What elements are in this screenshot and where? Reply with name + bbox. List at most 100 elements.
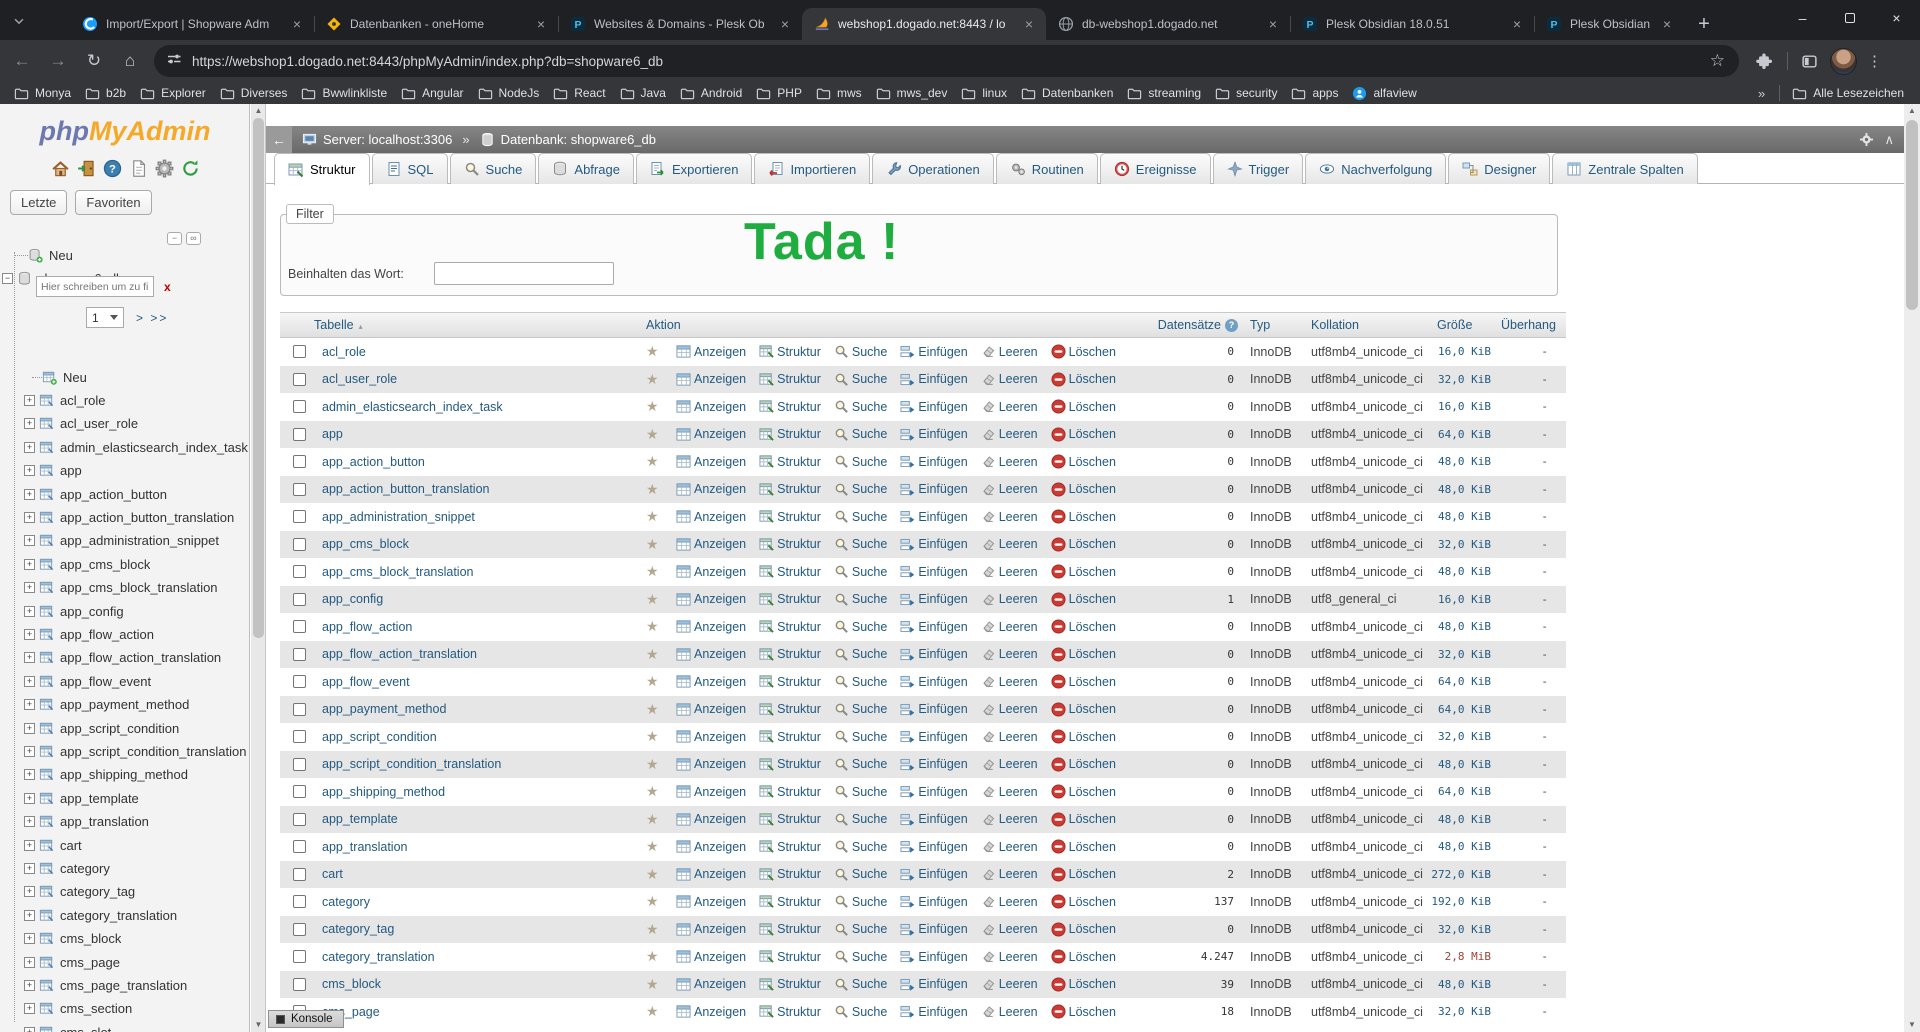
sidebar-table-app_translation[interactable]: +app_translation <box>24 810 250 833</box>
action-loeschen-link[interactable]: Löschen <box>1051 647 1116 662</box>
tab-close-icon[interactable]: × <box>532 15 550 33</box>
bookmark-item[interactable]: linux <box>961 86 1007 101</box>
bookmarks-overflow-icon[interactable]: » <box>1758 86 1765 101</box>
pma-tab-struktur[interactable]: Struktur <box>274 153 370 185</box>
action-leeren-link[interactable]: Leeren <box>981 427 1038 442</box>
action-einfuegen-link[interactable]: Einfügen <box>900 949 967 964</box>
bookmark-item[interactable]: Bwwlinkliste <box>301 86 387 101</box>
action-suche-link[interactable]: Suche <box>834 372 887 387</box>
table-name-link[interactable]: cms_page <box>314 1005 646 1019</box>
sidebar-table-app_administration_snippet[interactable]: +app_administration_snippet <box>24 529 250 552</box>
browser-tab[interactable]: Datenbanken - oneHome× <box>314 8 558 40</box>
favorite-star-icon[interactable]: ★ <box>646 811 670 828</box>
bookmark-item[interactable]: mws_dev <box>876 86 948 101</box>
sidebar-table-admin_elasticsearch_index_task[interactable]: +admin_elasticsearch_index_task <box>24 436 250 459</box>
action-loeschen-link[interactable]: Löschen <box>1051 509 1116 524</box>
table-name-link[interactable]: category_translation <box>314 950 646 964</box>
bookmark-item[interactable]: Explorer <box>140 86 206 101</box>
action-leeren-link[interactable]: Leeren <box>981 344 1038 359</box>
action-anzeigen-link[interactable]: Anzeigen <box>676 564 746 579</box>
row-checkbox[interactable] <box>293 483 306 496</box>
action-struktur-link[interactable]: Struktur <box>759 702 821 717</box>
close-button[interactable]: × <box>1873 0 1920 36</box>
action-leeren-link[interactable]: Leeren <box>981 784 1038 799</box>
action-anzeigen-link[interactable]: Anzeigen <box>676 647 746 662</box>
favorite-star-icon[interactable]: ★ <box>646 343 670 360</box>
expand-plus-icon[interactable]: + <box>24 699 35 710</box>
favorite-star-icon[interactable]: ★ <box>646 426 670 443</box>
action-loeschen-link[interactable]: Löschen <box>1051 592 1116 607</box>
expand-plus-icon[interactable]: + <box>24 863 35 874</box>
action-struktur-link[interactable]: Struktur <box>759 674 821 689</box>
action-suche-link[interactable]: Suche <box>834 757 887 772</box>
action-struktur-link[interactable]: Struktur <box>759 647 821 662</box>
table-name-link[interactable]: acl_role <box>314 345 646 359</box>
action-struktur-link[interactable]: Struktur <box>759 949 821 964</box>
table-name-link[interactable]: app_script_condition <box>314 730 646 744</box>
bookmark-item[interactable]: PHP <box>756 86 802 101</box>
action-einfuegen-link[interactable]: Einfügen <box>900 867 967 882</box>
tab-close-icon[interactable]: × <box>1508 15 1526 33</box>
sidebar-table-app_config[interactable]: +app_config <box>24 600 250 623</box>
bookmark-item[interactable]: Datenbanken <box>1021 86 1113 101</box>
bookmark-item[interactable]: alfaview <box>1352 86 1416 101</box>
browser-tab[interactable]: PPlesk Obsidian 18.0.51× <box>1290 8 1534 40</box>
header-groesse[interactable]: Größe <box>1425 318 1493 332</box>
favorite-star-icon[interactable]: ★ <box>646 536 670 553</box>
action-suche-link[interactable]: Suche <box>834 812 887 827</box>
pma-tab-routinen[interactable]: Routinen <box>996 153 1098 184</box>
favorite-star-icon[interactable]: ★ <box>646 701 670 718</box>
favorite-star-icon[interactable]: ★ <box>646 481 670 498</box>
table-name-link[interactable]: cms_block <box>314 977 646 991</box>
table-name-link[interactable]: app_payment_method <box>314 702 646 716</box>
browser-tab[interactable]: PPlesk Obsidian 18.0.51× <box>1534 8 1684 40</box>
tree-new-table[interactable]: Neu <box>18 366 250 389</box>
menu-kebab-icon[interactable]: ⋮ <box>1867 52 1882 70</box>
action-struktur-link[interactable]: Struktur <box>759 812 821 827</box>
sidebar-table-category_tag[interactable]: +category_tag <box>24 880 250 903</box>
action-suche-link[interactable]: Suche <box>834 674 887 689</box>
help-icon[interactable]: ? <box>103 159 122 178</box>
action-leeren-link[interactable]: Leeren <box>981 757 1038 772</box>
action-anzeigen-link[interactable]: Anzeigen <box>676 839 746 854</box>
action-suche-link[interactable]: Suche <box>834 1004 887 1019</box>
expand-plus-icon[interactable]: + <box>24 652 35 663</box>
bookmark-item[interactable]: React <box>553 86 605 101</box>
action-loeschen-link[interactable]: Löschen <box>1051 894 1116 909</box>
sidebar-table-cart[interactable]: +cart <box>24 834 250 857</box>
action-einfuegen-link[interactable]: Einfügen <box>900 509 967 524</box>
action-suche-link[interactable]: Suche <box>834 977 887 992</box>
breadcrumb-back-icon[interactable]: ← <box>266 126 292 153</box>
action-leeren-link[interactable]: Leeren <box>981 674 1038 689</box>
table-name-link[interactable]: acl_user_role <box>314 372 646 386</box>
recent-button[interactable]: Letzte <box>10 190 67 215</box>
row-checkbox[interactable] <box>293 428 306 441</box>
table-name-link[interactable]: app_cms_block_translation <box>314 565 646 579</box>
forward-icon[interactable]: → <box>44 47 72 75</box>
expand-plus-icon[interactable]: + <box>24 606 35 617</box>
action-loeschen-link[interactable]: Löschen <box>1051 729 1116 744</box>
action-loeschen-link[interactable]: Löschen <box>1051 674 1116 689</box>
action-suche-link[interactable]: Suche <box>834 922 887 937</box>
bookmark-star-icon[interactable]: ☆ <box>1706 51 1729 71</box>
action-leeren-link[interactable]: Leeren <box>981 729 1038 744</box>
action-loeschen-link[interactable]: Löschen <box>1051 427 1116 442</box>
action-loeschen-link[interactable]: Löschen <box>1051 344 1116 359</box>
action-struktur-link[interactable]: Struktur <box>759 592 821 607</box>
bookmark-item[interactable]: b2b <box>85 86 126 101</box>
bookmark-item[interactable]: NodeJs <box>478 86 540 101</box>
table-name-link[interactable]: app_flow_action_translation <box>314 647 646 661</box>
expand-plus-icon[interactable]: + <box>24 886 35 897</box>
side-panel-icon[interactable] <box>1796 48 1822 74</box>
action-loeschen-link[interactable]: Löschen <box>1051 564 1116 579</box>
header-datensaetze[interactable]: Datensätze? <box>1124 318 1238 332</box>
browser-tab[interactable]: Import/Export | Shopware Adm× <box>70 8 314 40</box>
row-checkbox[interactable] <box>293 373 306 386</box>
action-suche-link[interactable]: Suche <box>834 784 887 799</box>
row-checkbox[interactable] <box>293 593 306 606</box>
row-checkbox[interactable] <box>293 538 306 551</box>
action-leeren-link[interactable]: Leeren <box>981 922 1038 937</box>
action-suche-link[interactable]: Suche <box>834 427 887 442</box>
sidebar-table-app[interactable]: +app <box>24 459 250 482</box>
action-leeren-link[interactable]: Leeren <box>981 647 1038 662</box>
